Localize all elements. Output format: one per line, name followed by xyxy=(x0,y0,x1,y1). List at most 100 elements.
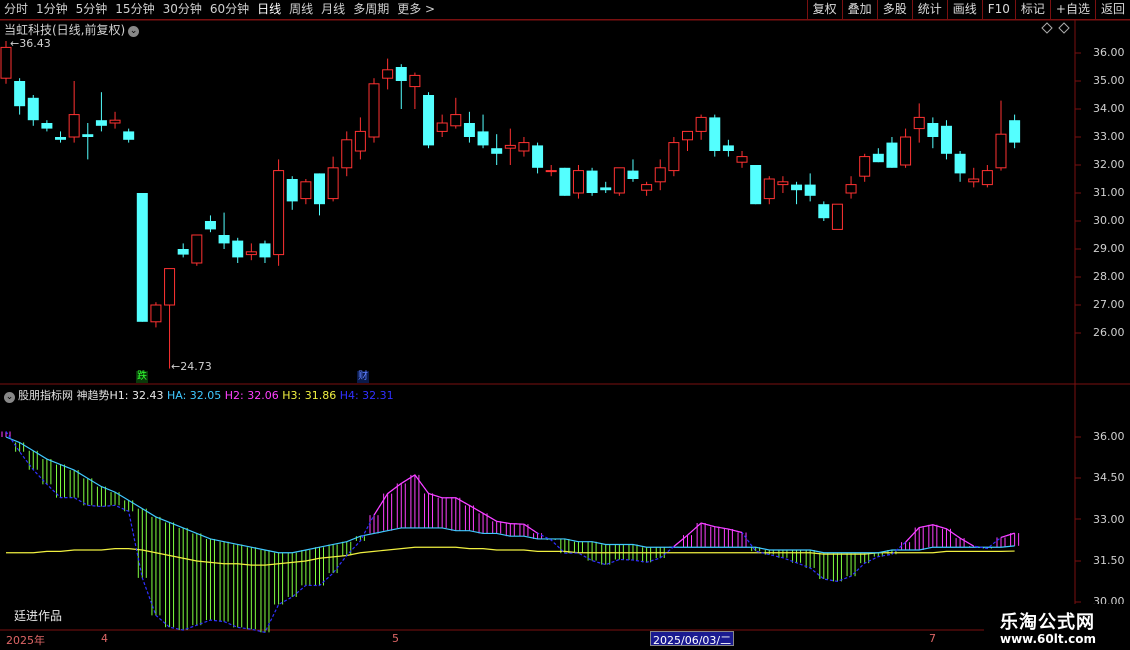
candle-body xyxy=(859,156,871,177)
candle-body xyxy=(654,167,666,183)
candle-body xyxy=(313,173,325,205)
low-price-label: ←24.73 xyxy=(171,360,212,373)
diamond-icon xyxy=(1058,22,1070,34)
price-tick: 31.00 xyxy=(1093,186,1125,199)
candle-body xyxy=(572,170,584,194)
indicator-title[interactable]: ⌄ 股朋指标网 神趋势H1: 32.43 HA: 32.05 H2: 32.06 … xyxy=(4,387,394,403)
candle-body xyxy=(504,144,516,149)
candle-body xyxy=(82,134,94,137)
price-tick: 36.00 xyxy=(1093,46,1125,59)
candle-body xyxy=(559,167,571,196)
candle-body xyxy=(872,153,884,163)
candle-body xyxy=(354,130,366,152)
date-tick: 2025年 xyxy=(6,634,45,647)
watermark-url: www.60lt.com xyxy=(1000,632,1097,646)
candle-body xyxy=(668,142,680,172)
candle-body xyxy=(41,123,53,129)
candle-body xyxy=(750,165,762,205)
high-price-label: ←36.43 xyxy=(10,37,51,50)
price-tick: 32.00 xyxy=(1093,158,1125,171)
panel-title-text: 当虹科技(日线,前复权) xyxy=(4,23,126,37)
candle-body xyxy=(777,181,789,186)
indicator-tick: 31.50 xyxy=(1093,554,1125,567)
indicator-name: 股朋指标网 神趋势 xyxy=(18,389,110,402)
candle-body xyxy=(940,125,952,154)
indicator-value-3: H3: 31.86 xyxy=(278,389,337,402)
candle-body xyxy=(68,114,80,138)
candle-body xyxy=(177,249,189,255)
candle-body xyxy=(818,204,830,219)
candle-body xyxy=(164,268,176,306)
indicator-values: H1: 32.43 HA: 32.05 H2: 32.06 H3: 31.86 … xyxy=(110,389,394,402)
candle-body xyxy=(763,178,775,200)
candle-body xyxy=(395,67,407,81)
h3-line xyxy=(6,546,1015,566)
candle-body xyxy=(831,203,843,230)
candle-body xyxy=(423,95,435,146)
candle-body xyxy=(450,114,462,127)
price-tick: 30.00 xyxy=(1093,214,1125,227)
indicator-value-1: HA: 32.05 xyxy=(163,389,222,402)
candle-body xyxy=(368,83,380,138)
candle-body xyxy=(613,167,625,194)
candle-body xyxy=(586,170,598,193)
candle-body xyxy=(286,179,298,202)
candle-body xyxy=(518,142,530,152)
candle-body xyxy=(736,156,748,163)
date-tick: 7 xyxy=(929,632,936,645)
price-tick: 34.00 xyxy=(1093,102,1125,115)
price-tick: 28.00 xyxy=(1093,270,1125,283)
candle-body xyxy=(886,142,898,168)
h2-line xyxy=(673,522,743,547)
event-marker-drop[interactable]: 跌 xyxy=(136,371,148,383)
price-tick: 35.00 xyxy=(1093,74,1125,87)
indicator-value-2: H2: 32.06 xyxy=(221,389,279,402)
candle-body xyxy=(150,304,162,323)
candle-body xyxy=(55,137,67,140)
candle-body xyxy=(109,119,121,124)
chevron-down-icon[interactable]: ⌄ xyxy=(4,392,15,403)
candle-body xyxy=(804,184,816,196)
candle-body xyxy=(136,193,148,322)
candle-body xyxy=(409,74,421,88)
candle-body xyxy=(995,133,1007,169)
indicator-tick: 33.00 xyxy=(1093,512,1125,526)
event-marker-finance[interactable]: 财 xyxy=(357,371,369,383)
panel-title[interactable]: 当虹科技(日线,前复权) ⌄ xyxy=(4,21,140,38)
price-tick: 27.00 xyxy=(1093,298,1125,311)
candle-body xyxy=(682,130,693,141)
diamond-icon xyxy=(1041,22,1053,34)
candle-body xyxy=(259,243,271,258)
candle-body xyxy=(600,187,612,191)
indicator-tick: 36.00 xyxy=(1093,430,1125,443)
candle-body xyxy=(95,120,107,126)
candle-body xyxy=(273,170,285,256)
candle-body xyxy=(191,234,203,264)
price-tick: 29.00 xyxy=(1093,242,1125,255)
candle-body xyxy=(232,240,244,258)
candle-body xyxy=(545,170,557,173)
candle-body xyxy=(641,184,653,191)
candle-body xyxy=(491,148,503,154)
chart-canvas xyxy=(0,19,1130,634)
candle-body xyxy=(300,181,312,200)
candle-body xyxy=(436,122,448,132)
chevron-down-icon[interactable]: ⌄ xyxy=(128,26,140,37)
candle-body xyxy=(900,136,912,166)
h2-line xyxy=(905,524,975,547)
date-tick: 4 xyxy=(101,632,108,645)
candle-body xyxy=(791,184,803,191)
candle-body xyxy=(341,139,353,169)
indicator-value-0: H1: 32.43 xyxy=(109,389,164,402)
candle-body xyxy=(245,251,257,256)
candle-body xyxy=(27,97,39,121)
candle-body xyxy=(532,145,544,168)
candle-body xyxy=(722,145,734,151)
watermark-title: 乐淘公式网 xyxy=(1000,612,1095,633)
date-tick: 5 xyxy=(392,632,399,645)
candle-body xyxy=(968,178,980,183)
candle-body xyxy=(913,116,925,130)
candle-body xyxy=(709,117,721,151)
candle-body xyxy=(327,167,339,200)
candle-body xyxy=(954,153,966,174)
